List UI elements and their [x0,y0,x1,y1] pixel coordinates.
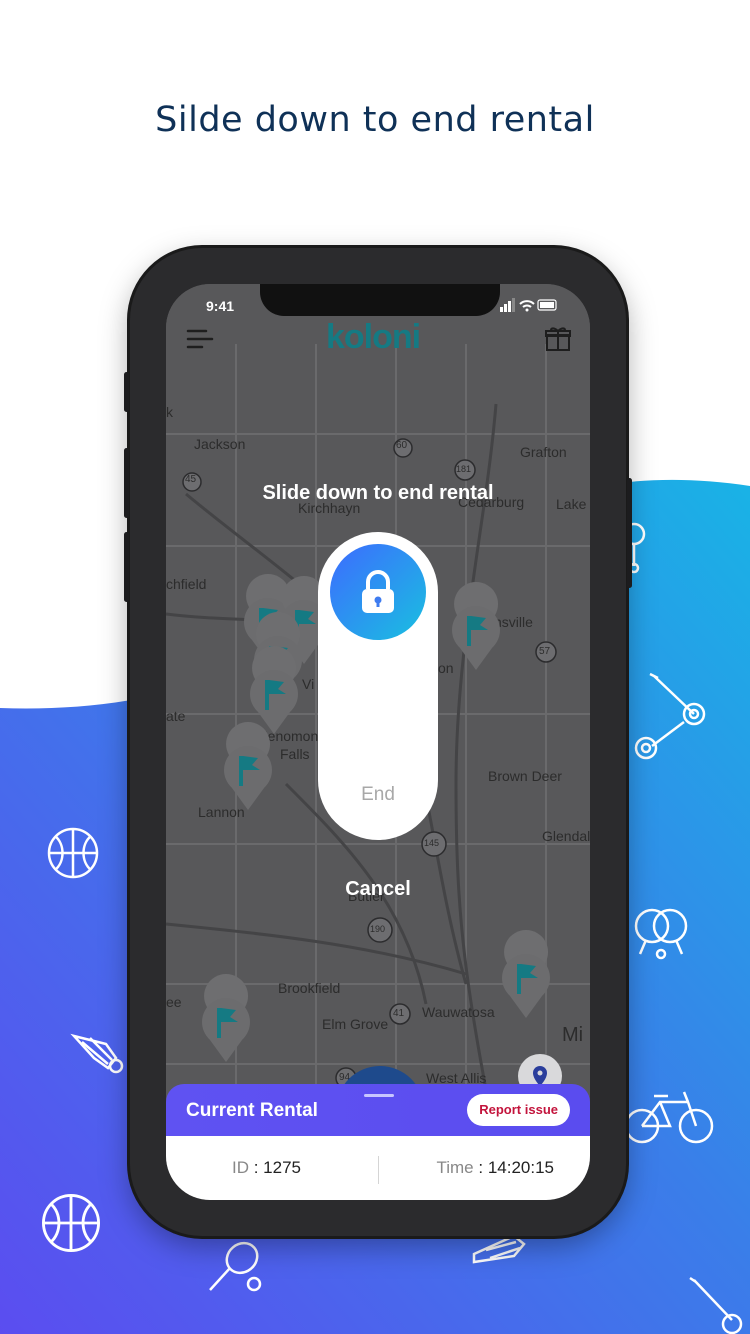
lock-icon [362,570,394,613]
scooter-icon [684,1272,750,1334]
flag-marker-icon[interactable] [202,974,250,1062]
status-time: 9:41 [206,298,235,314]
menu-icon[interactable] [186,328,214,350]
basketball-icon [40,1192,102,1254]
current-rental-card: Current Rental Report issue ID : 1275 Ti… [166,1084,590,1200]
rental-id-label: ID [232,1158,249,1177]
flag-marker-icon[interactable] [452,582,500,670]
flag-marker-icon[interactable] [502,930,550,1018]
rental-time: Time : 14:20:15 [436,1158,554,1177]
phone-mockup: k Jackson Grafton Kirchhayn Cedarburg La… [124,248,632,1236]
tennis-racket-icon [204,1236,266,1298]
page-headline: Silde down to end rental [155,100,595,140]
cancel-button[interactable]: Cancel [166,878,590,901]
phone-screen: k Jackson Grafton Kirchhayn Cedarburg La… [166,284,590,1200]
slide-instruction: Slide down to end rental [262,482,494,504]
report-issue-button[interactable]: Report issue [467,1094,570,1126]
flag-marker-icon[interactable] [224,722,272,810]
rental-card-details: ID : 1275 Time : 14:20:15 [166,1136,590,1200]
drag-handle[interactable] [364,1094,394,1097]
status-icons [500,298,557,312]
rental-time-label: Time [436,1158,474,1177]
end-rental-slider[interactable]: End [318,532,438,840]
slider-end-label: End [361,784,395,805]
rental-id: ID : 1275 [232,1158,301,1177]
app-header: koloni [166,310,590,370]
flag-marker-icon[interactable] [250,646,298,734]
rental-time-value: 14:20:15 [487,1158,554,1177]
basketball-icon [46,826,100,880]
scooter-icon [632,668,708,760]
app-logo: koloni [326,318,421,356]
rental-title: Current Rental [186,1100,318,1121]
rental-id-value: 1275 [263,1158,301,1177]
ping-pong-icon [632,904,690,962]
shuttlecock-icon [68,1020,128,1080]
rental-card-header: Current Rental Report issue [166,1084,590,1136]
slider-knob[interactable] [330,544,426,640]
gift-icon[interactable] [544,324,572,352]
bicycle-icon [624,1086,714,1146]
phone-notch [260,284,500,316]
divider [378,1156,379,1184]
